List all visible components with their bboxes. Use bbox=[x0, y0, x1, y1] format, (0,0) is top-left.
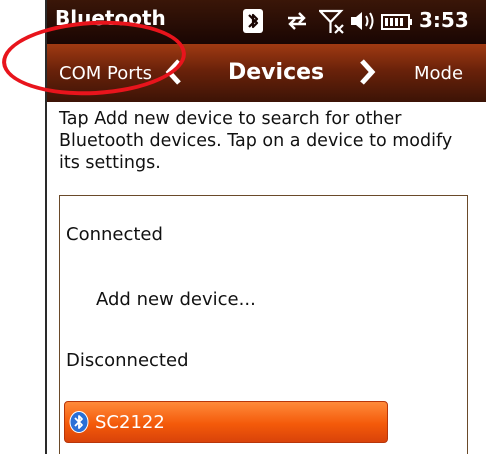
list-item[interactable]: SC2122 bbox=[64, 401, 388, 443]
bluetooth-icon[interactable] bbox=[243, 9, 263, 33]
tab-devices[interactable]: Devices bbox=[228, 60, 324, 85]
add-new-device-item[interactable]: Add new device... bbox=[96, 289, 256, 310]
device-list: Connected Add new device... Disconnected… bbox=[59, 195, 468, 454]
speaker-icon[interactable] bbox=[349, 9, 377, 37]
disconnected-group-label: Disconnected bbox=[66, 350, 189, 371]
connected-group-label: Connected bbox=[66, 224, 163, 245]
instructions-text: Tap Add new device to search for other B… bbox=[59, 109, 453, 173]
tab-mode[interactable]: Mode bbox=[414, 63, 463, 84]
clock[interactable]: 3:53 bbox=[419, 8, 469, 32]
bluetooth-icon bbox=[69, 411, 89, 433]
no-signal-icon[interactable] bbox=[317, 9, 345, 39]
battery-icon[interactable] bbox=[381, 13, 413, 35]
sync-icon[interactable] bbox=[285, 9, 309, 37]
device-name: SC2122 bbox=[95, 412, 165, 433]
chevron-right-icon[interactable] bbox=[357, 58, 377, 90]
